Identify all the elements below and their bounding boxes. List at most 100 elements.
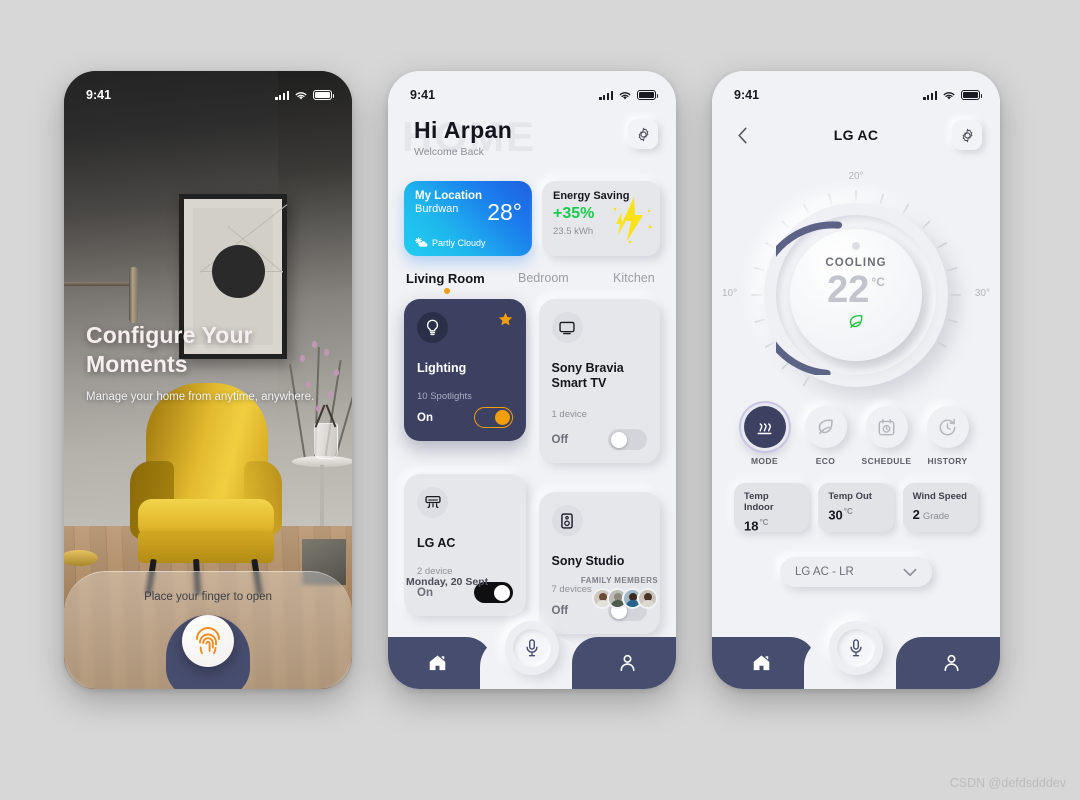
battery-icon xyxy=(961,90,983,100)
device-name: LG AC xyxy=(417,536,456,550)
weather-temperature: 28° xyxy=(487,199,522,225)
temperature-dial[interactable]: 20° 10° 30° COOLING 22 °C xyxy=(722,171,990,403)
gear-icon xyxy=(638,127,648,141)
energy-card[interactable]: Energy Saving +35% 23.5 kWh xyxy=(542,181,660,256)
dial-inner-groove: COOLING 22 °C xyxy=(776,215,936,375)
leaf-icon xyxy=(818,419,833,434)
device-subtitle: 1 device xyxy=(551,409,587,420)
mode-buttons-row: MODE ECO SCHEDULE HISTORY xyxy=(734,406,978,466)
dial-handle[interactable] xyxy=(852,242,860,250)
mode-label: MODE xyxy=(750,456,779,466)
splash-subtext: Manage your home from anytime, anywhere. xyxy=(86,390,315,403)
device-toggle[interactable] xyxy=(473,407,513,428)
fingerprint-icon xyxy=(196,627,220,655)
nav-voice-button[interactable] xyxy=(829,621,883,675)
kpi-value: 18 xyxy=(744,518,759,534)
settings-button[interactable] xyxy=(628,119,658,149)
summary-cards: My Location Burdwan 28° Partly Cloudy En… xyxy=(404,181,660,256)
voice-inner-circle xyxy=(837,629,875,667)
device-subtitle: 10 Spotlights xyxy=(417,391,472,402)
nav-home-button[interactable] xyxy=(712,637,816,689)
device-icon-wrap xyxy=(417,487,448,518)
device-card-lighting[interactable]: Lighting 10 Spotlights On xyxy=(404,299,526,441)
star-icon[interactable] xyxy=(498,312,513,327)
mode-button-eco[interactable]: ECO xyxy=(795,406,856,466)
splash-copy: Configure Your Moments Manage your home … xyxy=(86,321,321,405)
back-button[interactable] xyxy=(730,123,754,147)
mode-icon-circle xyxy=(926,406,969,448)
mode-button-mode[interactable]: MODE xyxy=(734,406,795,466)
home-header: HOME Hi Arpan Welcome Back xyxy=(402,111,658,171)
clock-refresh-icon xyxy=(939,418,956,435)
status-bar: 9:41 xyxy=(712,71,1000,109)
status-time: 9:41 xyxy=(734,88,760,102)
device-card-sony-bravia[interactable]: Sony Bravia Smart TV 1 device Off xyxy=(538,299,660,463)
tab-kitchen[interactable]: Kitchen xyxy=(613,271,655,286)
leaf-icon xyxy=(849,314,863,328)
tab-living-room[interactable]: Living Room xyxy=(406,271,518,294)
speaker-icon xyxy=(561,512,573,529)
mode-icon-circle xyxy=(865,406,908,448)
weather-card[interactable]: My Location Burdwan 28° Partly Cloudy xyxy=(404,181,532,256)
voice-inner-circle xyxy=(513,629,551,667)
fingerprint-button[interactable] xyxy=(182,615,234,667)
phone-device-detail-screen: 9:41 LG AC 20° 10° 30° COOLING 22 °C MOD… xyxy=(712,71,1000,689)
watermark-credit: CSDN @defdsdddev xyxy=(949,776,1066,790)
device-icon-wrap xyxy=(551,312,583,343)
family-members[interactable]: FAMILY MEMBERS xyxy=(581,576,658,609)
device-toggle[interactable] xyxy=(608,429,647,450)
dial-label-min: 10° xyxy=(722,288,738,299)
headline-line-2: Moments xyxy=(86,350,188,377)
kpi-row: Temp Indoor 18°C Temp Out 30°C Wind Spee… xyxy=(734,483,978,534)
kpi-wind-speed: Wind Speed 2 Grade xyxy=(902,483,978,532)
phone-home-screen: 9:41 HOME Hi Arpan Welcome Back My Locat… xyxy=(388,71,676,689)
avatar[interactable] xyxy=(637,588,658,609)
dial-mode-label: COOLING xyxy=(825,256,887,269)
nav-profile-button[interactable] xyxy=(896,637,1000,689)
detail-header: LG AC xyxy=(730,119,982,151)
dial-label-max: 30° xyxy=(974,288,990,299)
kpi-extra: Grade xyxy=(922,511,950,522)
person-icon xyxy=(619,654,635,672)
sun-cloud-icon xyxy=(415,237,428,247)
device-icon-wrap xyxy=(551,505,583,536)
page-title: LG AC xyxy=(833,127,879,143)
kpi-label: Wind Speed xyxy=(912,491,967,502)
device-select[interactable]: LG AC - LR xyxy=(780,557,932,587)
nav-voice-button[interactable] xyxy=(505,621,559,675)
phone-splash-screen: 9:41 Configure Your Moments Manage your … xyxy=(64,71,352,689)
nav-home-button[interactable] xyxy=(388,637,492,689)
home-icon xyxy=(753,655,769,671)
dial-temperature: 22 xyxy=(827,268,870,311)
device-state: Off xyxy=(551,433,569,446)
dial-outer-ring: COOLING 22 °C xyxy=(764,203,948,387)
dial-face[interactable]: COOLING 22 °C xyxy=(790,229,922,361)
wifi-icon xyxy=(295,91,307,99)
mockup-canvas: 9:41 Configure Your Moments Manage your … xyxy=(0,0,1080,800)
microphone-icon xyxy=(526,639,538,657)
kpi-unit: °C xyxy=(759,518,769,527)
calendar-clock-icon xyxy=(878,418,895,435)
kpi-unit: °C xyxy=(843,507,853,516)
heat-waves-icon xyxy=(757,422,772,434)
mode-button-history[interactable]: HISTORY xyxy=(917,406,978,466)
microphone-icon xyxy=(850,639,862,657)
greeting-subtitle: Welcome Back xyxy=(414,146,484,158)
yellow-armchair xyxy=(116,383,286,596)
bulb-icon xyxy=(426,319,439,336)
mode-button-schedule[interactable]: SCHEDULE xyxy=(856,406,917,466)
device-name: Sony Bravia Smart TV xyxy=(551,361,624,390)
unlock-prompt: Place your finger to open xyxy=(144,591,272,603)
chevron-left-icon xyxy=(737,127,747,143)
device-state: On xyxy=(417,411,433,424)
kpi-label: Temp Out xyxy=(828,491,872,502)
dial-unit: °C xyxy=(871,274,885,289)
tab-bedroom[interactable]: Bedroom xyxy=(518,271,613,286)
greeting-name: Hi Arpan xyxy=(414,117,513,143)
nav-profile-button[interactable] xyxy=(572,637,676,689)
signal-bars-icon xyxy=(923,90,937,100)
device-select-value: LG AC - LR xyxy=(795,566,854,578)
wall-sconce-arm xyxy=(64,282,136,286)
vase xyxy=(314,423,338,459)
device-card-sony-studio[interactable]: Sony Studio 7 devices Off xyxy=(538,492,660,634)
